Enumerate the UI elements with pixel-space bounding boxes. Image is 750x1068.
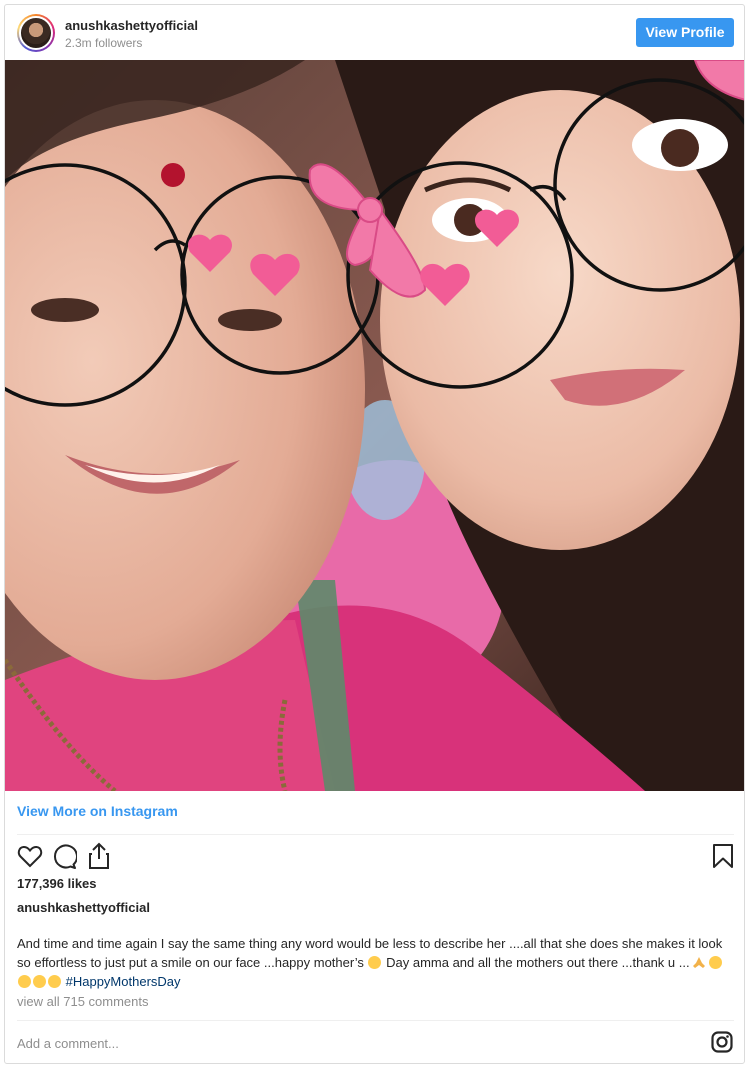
followers-count: 2.3m followers (65, 36, 143, 50)
username[interactable]: anushkashettyofficial (65, 18, 198, 33)
avatar-image (19, 16, 53, 50)
heart-eyes-emoji-icon (33, 975, 46, 988)
instagram-icon[interactable] (711, 1031, 733, 1053)
caption-text-2: Day amma and all the mothers out there .… (386, 955, 690, 970)
heart-icon[interactable] (17, 844, 43, 868)
divider (17, 834, 734, 835)
comment-icon[interactable] (51, 844, 77, 870)
post-header: anushkashettyofficial 2.3m followers Vie… (5, 5, 744, 61)
avatar[interactable] (17, 14, 55, 52)
hashtag-link[interactable]: #HappyMothersDay (66, 974, 181, 989)
divider (17, 1020, 734, 1021)
add-comment-input[interactable]: Add a comment... (17, 1036, 119, 1051)
smiling-face-with-hearts-emoji-icon (18, 975, 31, 988)
smiling-face-emoji-icon (368, 956, 382, 969)
post-photo-illustration (5, 60, 744, 791)
bookmark-icon[interactable] (712, 843, 734, 869)
view-all-comments-link[interactable]: view all 715 comments (17, 994, 149, 1009)
kiss-face-emoji-icon (48, 975, 61, 988)
share-icon[interactable] (87, 842, 111, 870)
post-photo[interactable] (5, 60, 744, 791)
smiling-face-emoji-icon (708, 956, 722, 969)
post-caption: And time and time again I say the same t… (17, 934, 737, 991)
view-more-on-instagram-link[interactable]: View More on Instagram (17, 803, 178, 819)
instagram-embed-card: anushkashettyofficial 2.3m followers Vie… (4, 4, 745, 1064)
folded-hands-emoji-icon (691, 955, 707, 968)
likes-count[interactable]: 177,396 likes (17, 876, 97, 891)
caption-username[interactable]: anushkashettyofficial (17, 900, 150, 915)
view-profile-button[interactable]: View Profile (636, 18, 734, 47)
